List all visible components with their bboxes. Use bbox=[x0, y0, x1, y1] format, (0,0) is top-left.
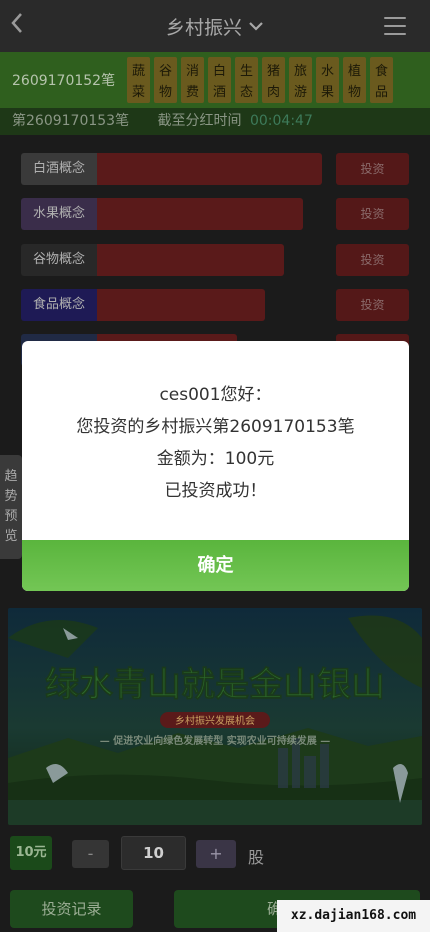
category-char: 物 bbox=[158, 85, 172, 100]
dialog-message: ces001您好： 您投资的乡村振兴第2609170153笔 金额为：100元 … bbox=[22, 379, 409, 507]
category-char: 植 bbox=[347, 64, 361, 79]
category-tag[interactable]: 白酒 bbox=[208, 57, 231, 103]
concept-progress-bar bbox=[97, 198, 303, 230]
concept-progress-bar bbox=[97, 153, 322, 185]
category-char: 旅 bbox=[293, 64, 307, 79]
sidetab-char: 趋 bbox=[4, 469, 18, 484]
category-char: 水 bbox=[320, 64, 334, 79]
category-tag[interactable]: 生态 bbox=[235, 57, 258, 103]
category-char: 生 bbox=[239, 64, 253, 79]
category-char: 猪 bbox=[266, 64, 280, 79]
promo-banner: 绿水青山就是金山银山 乡村振兴发展机会 — 促进农业向绿色发展转型 实现农业可持… bbox=[8, 608, 422, 825]
banner-tagline: — 促进农业向绿色发展转型 实现农业可持续发展 — bbox=[100, 734, 330, 747]
concept-progress-bar bbox=[97, 244, 284, 276]
quantity-input[interactable]: 10 bbox=[121, 836, 186, 870]
trend-preview-tab[interactable]: 趋势预览 bbox=[0, 455, 22, 559]
countdown-timer: 00:04:47 bbox=[249, 113, 313, 129]
investment-record-button[interactable]: 投资记录 bbox=[10, 890, 133, 928]
category-tag[interactable]: 旅游 bbox=[289, 57, 312, 103]
category-char: 酒 bbox=[212, 85, 226, 100]
dialog-greeting: ces001您好： bbox=[159, 385, 272, 405]
category-tag[interactable]: 蔬菜 bbox=[127, 57, 150, 103]
category-char: 物 bbox=[347, 85, 361, 100]
period-number: 2609170152笔 bbox=[12, 73, 116, 89]
concept-row: 白酒概念 投资 bbox=[21, 153, 411, 185]
category-char: 果 bbox=[320, 85, 334, 100]
dialog-ok-button[interactable]: 确定 bbox=[22, 540, 409, 591]
invest-button[interactable]: 投资 bbox=[336, 198, 409, 230]
concept-progress-bar bbox=[97, 289, 265, 321]
invest-button[interactable]: 投资 bbox=[336, 153, 409, 185]
hamburger-icon[interactable] bbox=[384, 17, 406, 35]
decrease-button[interactable]: - bbox=[72, 840, 109, 868]
category-char: 谷 bbox=[158, 64, 172, 79]
invest-button[interactable]: 投资 bbox=[336, 244, 409, 276]
sidetab-char: 势 bbox=[4, 489, 18, 504]
category-tag[interactable]: 植物 bbox=[343, 57, 366, 103]
success-dialog: ces001您好： 您投资的乡村振兴第2609170153笔 金额为：100元 … bbox=[22, 341, 409, 591]
category-char: 蔬 bbox=[131, 64, 145, 79]
dialog-period: 您投资的乡村振兴第2609170153笔 bbox=[76, 417, 355, 437]
page-title: 乡村振兴 bbox=[165, 16, 242, 39]
concept-label: 谷物概念 bbox=[21, 244, 97, 276]
category-list: 蔬菜谷物消费白酒生态猪肉旅游水果植物食品 bbox=[127, 57, 393, 103]
dialog-amount: 金额为：100元 bbox=[156, 449, 275, 469]
category-char: 游 bbox=[293, 85, 307, 100]
category-char: 费 bbox=[185, 85, 199, 100]
category-char: 态 bbox=[239, 85, 253, 100]
category-char: 消 bbox=[185, 64, 199, 79]
chevron-down-icon bbox=[249, 22, 263, 31]
category-char: 食 bbox=[374, 64, 388, 79]
invest-button[interactable]: 投资 bbox=[336, 289, 409, 321]
increase-button[interactable]: + bbox=[196, 840, 236, 868]
chevron-left-icon bbox=[11, 13, 22, 33]
category-tag[interactable]: 猪肉 bbox=[262, 57, 285, 103]
watermark: xz.dajian168.com bbox=[277, 900, 430, 932]
concept-row: 食品概念 投资 bbox=[21, 289, 411, 321]
amount-badge[interactable]: 10元 bbox=[10, 836, 52, 870]
countdown-bar: 第2609170153笔 截至分红时间 00:04:47 bbox=[0, 108, 430, 135]
page-title-dropdown[interactable]: 乡村振兴 bbox=[166, 13, 264, 40]
category-char: 品 bbox=[374, 85, 388, 100]
category-tag[interactable]: 水果 bbox=[316, 57, 339, 103]
concept-label: 食品概念 bbox=[21, 289, 97, 321]
quantity-unit: 股 bbox=[248, 848, 265, 867]
dialog-status: 已投资成功！ bbox=[164, 481, 267, 501]
concept-row: 谷物概念 投资 bbox=[21, 244, 411, 276]
sidetab-char: 预 bbox=[4, 509, 18, 524]
category-char: 菜 bbox=[131, 85, 145, 100]
banner-subhead: 乡村振兴发展机会 bbox=[175, 714, 255, 727]
top-nav-bar: 乡村振兴 bbox=[0, 0, 430, 52]
category-tag[interactable]: 谷物 bbox=[154, 57, 177, 103]
category-char: 肉 bbox=[266, 85, 280, 100]
category-tag[interactable]: 消费 bbox=[181, 57, 204, 103]
category-tag[interactable]: 食品 bbox=[370, 57, 393, 103]
period-bar: 2609170152笔 蔬菜谷物消费白酒生态猪肉旅游水果植物食品 bbox=[0, 52, 430, 108]
deadline-label: 截至分红时间 bbox=[157, 113, 242, 129]
category-char: 白 bbox=[212, 64, 226, 79]
concept-label: 白酒概念 bbox=[21, 153, 97, 185]
back-button[interactable] bbox=[10, 12, 30, 40]
concept-row: 水果概念 投资 bbox=[21, 198, 411, 230]
banner-headline: 绿水青山就是金山银山 bbox=[45, 665, 385, 705]
concept-label: 水果概念 bbox=[21, 198, 97, 230]
next-period: 第2609170153笔 bbox=[12, 113, 130, 129]
sidetab-char: 览 bbox=[4, 529, 18, 544]
